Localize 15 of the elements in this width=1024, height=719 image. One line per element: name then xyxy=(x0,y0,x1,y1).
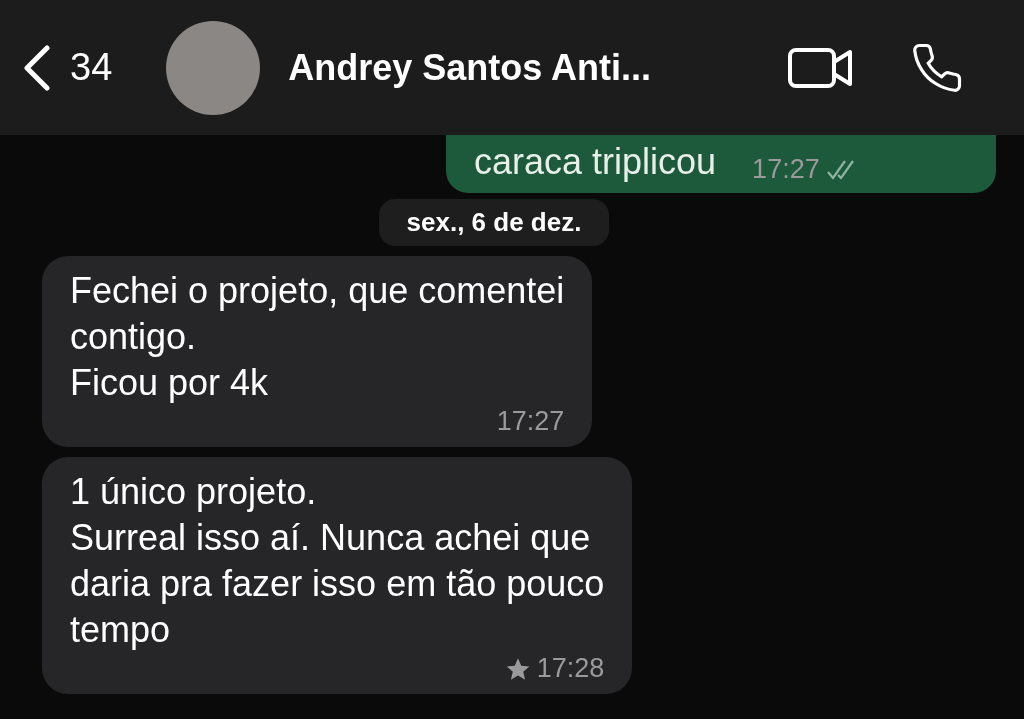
video-camera-icon xyxy=(788,45,854,90)
incoming-message-bubble[interactable]: 1 único projeto. Surreal isso aí. Nunca achei que daria pra fazer isso em tão pouco tempo 17:28 xyxy=(42,457,633,694)
video-call-button[interactable] xyxy=(788,45,854,90)
message-time: 17:28 xyxy=(504,653,605,684)
date-divider: sex., 6 de dez. xyxy=(378,199,610,246)
chevron-left-icon xyxy=(22,44,52,91)
back-button[interactable]: 34 xyxy=(22,44,113,91)
message-text: 1 único projeto. Surreal isso aí. Nunca achei que daria pra fazer isso em tão pouco tempo xyxy=(70,470,605,652)
contact-name[interactable]: Andrey Santos Anti... xyxy=(288,46,748,89)
message-text: Fechei o projeto, que comentei contigo. Ficou por 4k xyxy=(70,269,565,405)
message-time: 17:27 xyxy=(752,154,860,185)
message-text: caraca triplicou xyxy=(474,140,717,184)
outgoing-message-bubble[interactable]: caraca triplicou 17:27 xyxy=(446,135,996,193)
incoming-message-bubble[interactable]: Fechei o projeto, que comentei contigo. Ficou por 4k 17:27 xyxy=(42,256,593,447)
message-time: 17:27 xyxy=(496,406,565,437)
